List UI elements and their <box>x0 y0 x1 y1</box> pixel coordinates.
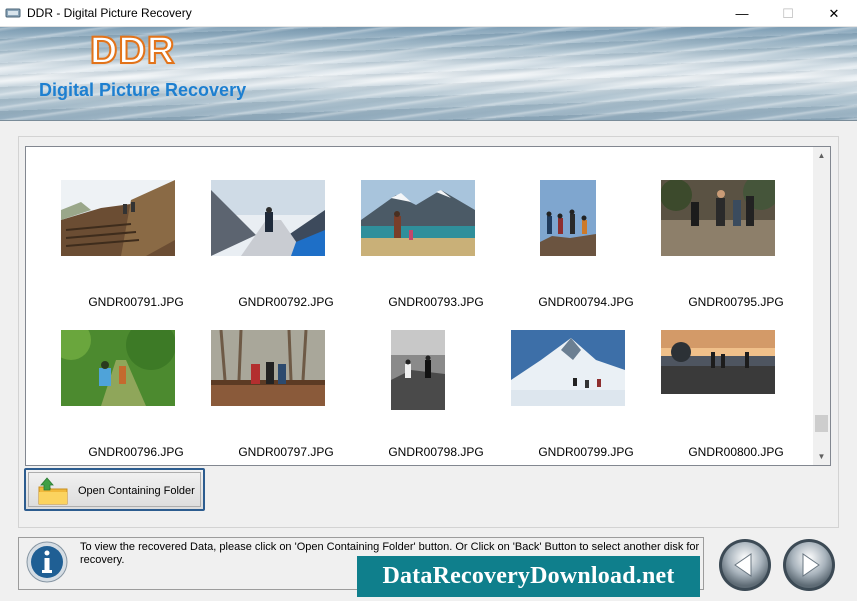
thumbnail-item[interactable]: GNDR00795.JPG <box>661 180 811 320</box>
thumbnail-item[interactable]: GNDR00798.JPG <box>361 330 511 465</box>
back-arrow-icon[interactable] <box>717 537 773 593</box>
photo-green-trail-icon <box>61 330 175 406</box>
filename-label: GNDR00795.JPG <box>688 295 784 309</box>
photo-forest-hikers-icon <box>661 180 775 256</box>
window-title: DDR - Digital Picture Recovery <box>27 6 192 20</box>
filename-label: GNDR00791.JPG <box>88 295 184 309</box>
thumbnail-item[interactable]: GNDR00796.JPG <box>61 330 211 465</box>
photo-snow-peak-icon <box>511 330 625 406</box>
filename-label: GNDR00792.JPG <box>238 295 334 309</box>
app-icon <box>5 8 21 18</box>
watermark-banner: DataRecoveryDownload.net <box>357 556 700 597</box>
filename-label: GNDR00796.JPG <box>88 445 184 459</box>
photo-sunset-walk-icon <box>661 330 775 394</box>
thumbnail-item[interactable]: GNDR00793.JPG <box>361 180 511 320</box>
photo-bw-rocks-icon <box>391 330 445 410</box>
filename-label: GNDR00799.JPG <box>538 445 634 459</box>
scroll-thumb[interactable] <box>815 415 828 432</box>
scroll-down-arrow-icon[interactable]: ▼ <box>813 448 830 465</box>
next-arrow-icon[interactable] <box>781 537 837 593</box>
thumbnail-item[interactable]: GNDR00800.JPG <box>661 330 811 465</box>
filename-label: GNDR00798.JPG <box>388 445 484 459</box>
gallery-scrollbar[interactable]: ▲ ▼ <box>813 147 830 465</box>
title-bar: DDR - Digital Picture Recovery — ☐ ✕ <box>0 0 857 27</box>
close-button[interactable]: ✕ <box>811 0 857 27</box>
filename-label: GNDR00800.JPG <box>688 445 784 459</box>
recovered-photos-gallery[interactable]: GNDR00791.JPG GNDR00792.JPG GNDR00793.JP… <box>25 146 831 466</box>
minimize-button[interactable]: — <box>719 0 765 27</box>
filename-label: GNDR00794.JPG <box>538 295 634 309</box>
logo: DDR <box>89 29 176 73</box>
open-containing-folder-button[interactable]: Open Containing Folder <box>24 468 205 511</box>
folder-button-label: Open Containing Folder <box>78 485 195 497</box>
filename-label: GNDR00793.JPG <box>388 295 484 309</box>
header-banner: DDR Digital Picture Recovery <box>0 27 857 121</box>
thumbnail-item[interactable]: GNDR00797.JPG <box>211 330 361 465</box>
photo-wood-bridge-icon <box>211 330 325 406</box>
thumbnail-item[interactable]: GNDR00799.JPG <box>511 330 661 465</box>
photo-climbers-peak-icon <box>540 180 596 256</box>
photo-snow-bridge-icon <box>211 180 325 256</box>
photo-hikers-stairs-icon <box>61 180 175 256</box>
scroll-up-arrow-icon[interactable]: ▲ <box>813 147 830 164</box>
folder-upload-icon <box>38 477 68 505</box>
info-icon <box>26 541 68 583</box>
app-subtitle: Digital Picture Recovery <box>39 80 247 100</box>
thumbnail-item[interactable]: GNDR00794.JPG <box>511 180 661 320</box>
thumbnail-item[interactable]: GNDR00791.JPG <box>61 180 211 320</box>
thumbnail-item[interactable]: GNDR00792.JPG <box>211 180 361 320</box>
maximize-button[interactable]: ☐ <box>765 0 811 27</box>
filename-label: GNDR00797.JPG <box>238 445 334 459</box>
photo-mountain-lake-icon <box>361 180 475 256</box>
